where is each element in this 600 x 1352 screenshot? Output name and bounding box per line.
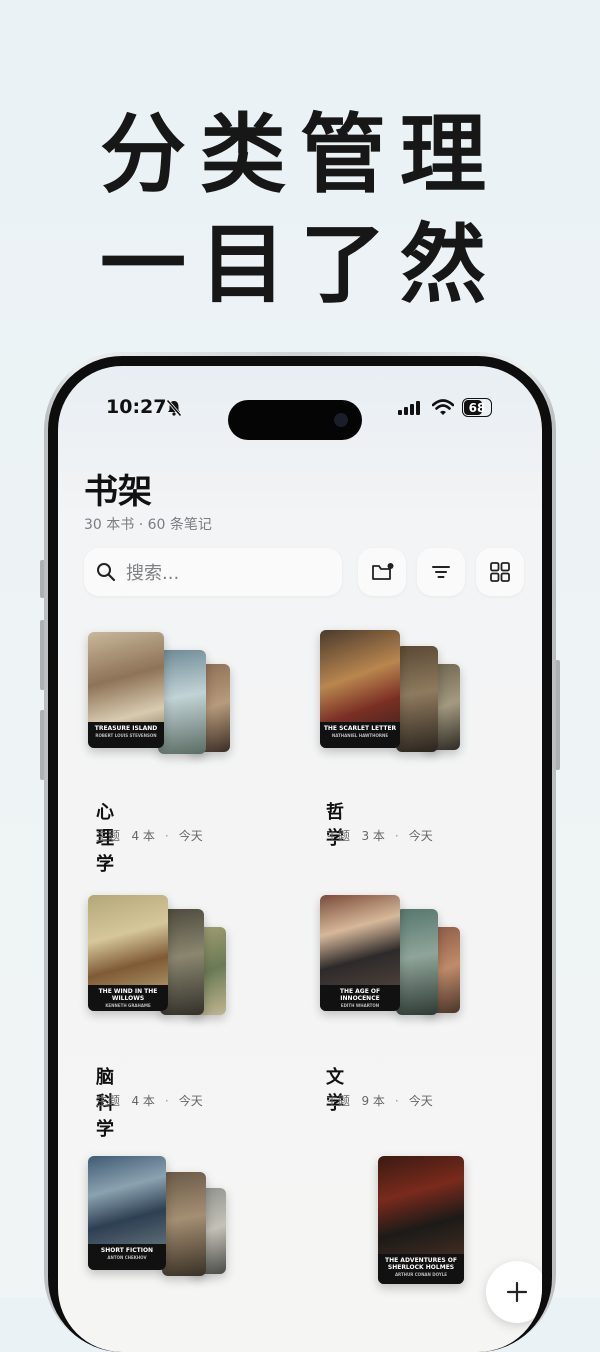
status-time: 10:27 bbox=[106, 396, 167, 418]
category-meta: 主题 4 本 · 今天 bbox=[96, 829, 203, 843]
book-stack: TREASURE ISLAND ROBERT LOUIS STEVENSON bbox=[88, 626, 238, 756]
phone-screen: 10:27 68 书架 30 本书 · 60 条笔记 搜索... TREASUR… bbox=[58, 366, 542, 1352]
page-title: 书架 bbox=[84, 472, 152, 512]
status-bar: 10:27 68 bbox=[58, 388, 542, 440]
battery-icon: 68 bbox=[462, 398, 492, 417]
search-icon bbox=[97, 563, 116, 582]
silent-bell-icon bbox=[166, 399, 182, 417]
book-cover bbox=[162, 1172, 206, 1276]
book-cover-title: THE AGE OF INNOCENCE EDITH WHARTON bbox=[320, 985, 400, 1011]
sort-lines-icon bbox=[432, 566, 450, 578]
category-meta: 主题 9 本 · 今天 bbox=[326, 1094, 433, 1108]
book-cover: THE SCARLET LETTER NATHANIEL HAWTHORNE bbox=[320, 630, 400, 748]
wifi-icon bbox=[432, 399, 454, 415]
book-cover: THE WIND IN THE WILLOWS KENNETH GRAHAME bbox=[88, 895, 168, 1011]
headline-line-1: 分类管理 bbox=[100, 104, 500, 205]
book-cover bbox=[396, 909, 438, 1015]
shelf-summary: 30 本书 · 60 条笔记 bbox=[84, 517, 212, 533]
book-cover bbox=[158, 650, 206, 754]
book-stack: THE AGE OF INNOCENCE EDITH WHARTON bbox=[320, 891, 470, 1021]
cellular-signal-icon bbox=[398, 401, 420, 415]
book-cover: THE AGE OF INNOCENCE EDITH WHARTON bbox=[320, 895, 400, 1011]
camera-icon bbox=[334, 413, 348, 427]
grid-view-button[interactable] bbox=[476, 548, 524, 596]
add-button[interactable] bbox=[486, 1261, 542, 1323]
book-cover-title: THE SCARLET LETTER NATHANIEL HAWTHORNE bbox=[320, 722, 400, 748]
headline-line-2: 一目了然 bbox=[100, 214, 500, 315]
folder-add-icon bbox=[372, 563, 394, 580]
book-cover-title: SHORT FICTION ANTON CHEKHOV bbox=[88, 1244, 166, 1270]
sort-button[interactable] bbox=[417, 548, 465, 596]
book-stack: SHORT FICTION ANTON CHEKHOV bbox=[88, 1156, 238, 1286]
book-cover: THE ADVENTURES OF SHERLOCK HOLMES ARTHUR … bbox=[378, 1156, 464, 1284]
book-stack: THE WIND IN THE WILLOWS KENNETH GRAHAME bbox=[88, 891, 238, 1021]
dynamic-island bbox=[228, 400, 362, 440]
battery-percent: 68 bbox=[468, 401, 486, 415]
book-cover-title: TREASURE ISLAND ROBERT LOUIS STEVENSON bbox=[88, 722, 164, 748]
plus-icon bbox=[506, 1281, 528, 1303]
new-folder-button[interactable] bbox=[358, 548, 406, 596]
category-meta: 主题 3 本 · 今天 bbox=[326, 829, 433, 843]
book-cover: TREASURE ISLAND ROBERT LOUIS STEVENSON bbox=[88, 632, 164, 748]
search-bar[interactable] bbox=[84, 548, 342, 598]
book-cover bbox=[396, 646, 438, 752]
book-cover-title: THE ADVENTURES OF SHERLOCK HOLMES ARTHUR … bbox=[378, 1254, 464, 1284]
book-stack: THE SCARLET LETTER NATHANIEL HAWTHORNE bbox=[320, 626, 470, 756]
book-cover: SHORT FICTION ANTON CHEKHOV bbox=[88, 1156, 166, 1270]
grid-icon bbox=[490, 562, 510, 582]
category-meta: 主题 4 本 · 今天 bbox=[96, 1094, 203, 1108]
search-input[interactable] bbox=[124, 548, 328, 598]
book-cover-title: THE WIND IN THE WILLOWS KENNETH GRAHAME bbox=[88, 985, 168, 1011]
phone-frame: 10:27 68 书架 30 本书 · 60 条笔记 搜索... TREASUR… bbox=[44, 352, 556, 1352]
